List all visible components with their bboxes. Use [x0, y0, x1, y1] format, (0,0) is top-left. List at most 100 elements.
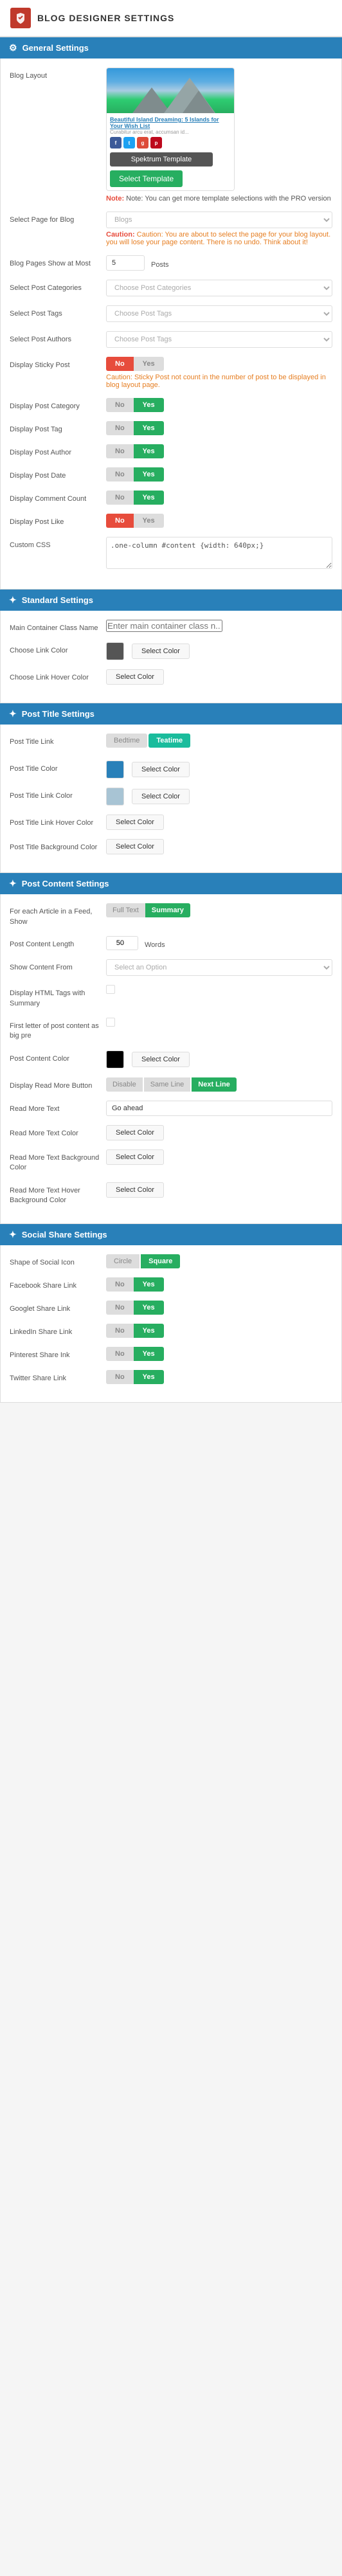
display-post-date-row: Display Post Date No Yes: [10, 467, 332, 482]
link-color-select-btn[interactable]: Select Color: [132, 644, 190, 659]
post-title-settings-label: Post Title Settings: [22, 709, 94, 719]
standard-settings-body: Main Container Class Name Choose Link Co…: [0, 611, 342, 703]
read-more-text-hover-btn[interactable]: Select Color: [106, 1182, 164, 1198]
blog-layout-row: Blog Layout Beautiful Island Dreaming: 5…: [10, 68, 332, 203]
general-settings-header[interactable]: ⚙ General Settings: [0, 37, 342, 59]
facebook-yes-btn[interactable]: Yes: [134, 1277, 164, 1292]
comment-yes-btn[interactable]: Yes: [134, 491, 164, 505]
select-page-row: Select Page for Blog Blogs Caution: Caut…: [10, 212, 332, 246]
main-container-content: [106, 620, 332, 632]
post-like-no-btn[interactable]: No: [106, 514, 134, 528]
post-title-teatime-btn[interactable]: Teatime: [148, 734, 190, 748]
google-yes-btn[interactable]: Yes: [134, 1301, 164, 1315]
read-more-text-input[interactable]: [106, 1101, 332, 1116]
comment-no-btn[interactable]: No: [106, 491, 134, 505]
post-title-link-hover-btn[interactable]: Select Color: [106, 815, 164, 830]
select-post-authors-dropdown[interactable]: Choose Post Tags: [106, 331, 332, 348]
display-sticky-no-btn[interactable]: No: [106, 357, 134, 371]
show-content-from-dropdown[interactable]: Select an Option: [106, 959, 332, 976]
display-post-tag-content: No Yes: [106, 421, 332, 435]
post-title-settings-body: Post Title Link Bedtime Teatime Post Tit…: [0, 725, 342, 873]
pinterest-yes-btn[interactable]: Yes: [134, 1347, 164, 1361]
google-no-btn[interactable]: No: [106, 1301, 134, 1315]
facebook-no-btn[interactable]: No: [106, 1277, 134, 1292]
display-comment-row: Display Comment Count No Yes: [10, 491, 332, 505]
shape-circle-btn[interactable]: Circle: [106, 1254, 140, 1268]
first-letter-content: [106, 1018, 332, 1029]
social-share-settings-body: Shape of Social Icon Circle Square Faceb…: [0, 1245, 342, 1403]
post-author-yes-btn[interactable]: Yes: [134, 444, 164, 458]
link-hover-color-select-btn[interactable]: Select Color: [106, 669, 164, 685]
select-page-dropdown[interactable]: Blogs: [106, 212, 332, 228]
read-more-next-line-btn[interactable]: Next Line: [192, 1077, 237, 1092]
display-html-tags-checkbox[interactable]: [106, 985, 115, 994]
main-container-label: Main Container Class Name: [10, 620, 100, 633]
display-html-tags-label: Display HTML Tags with Summary: [10, 985, 100, 1009]
preview-pinterest-icon: p: [150, 137, 162, 149]
post-content-color-btn[interactable]: Select Color: [132, 1052, 190, 1067]
standard-settings-header[interactable]: ✦ Standard Settings: [0, 590, 342, 611]
post-title-bedtime-btn[interactable]: Bedtime: [106, 734, 147, 748]
post-title-bg-content: Select Color: [106, 839, 332, 854]
post-tag-yes-btn[interactable]: Yes: [134, 421, 164, 435]
select-template-button[interactable]: Select Template: [110, 170, 183, 187]
summary-btn[interactable]: Summary: [145, 903, 190, 917]
read-more-text-bg-label: Read More Text Background Color: [10, 1149, 100, 1173]
post-cat-no-btn[interactable]: No: [106, 398, 134, 412]
template-name-btn[interactable]: Spektrum Template: [110, 152, 213, 167]
general-settings-body: Blog Layout Beautiful Island Dreaming: 5…: [0, 59, 342, 590]
post-tag-no-btn[interactable]: No: [106, 421, 134, 435]
choose-link-color-row: Choose Link Color Select Color: [10, 642, 332, 660]
facebook-share-label: Facebook Share Link: [10, 1277, 100, 1291]
for-each-article-label: For each Article in a Feed, Show: [10, 903, 100, 927]
choose-link-hover-label: Choose Link Hover Color: [10, 669, 100, 683]
display-sticky-yes-btn[interactable]: Yes: [134, 357, 164, 371]
display-comment-content: No Yes: [106, 491, 332, 505]
read-more-text-bg-row: Read More Text Background Color Select C…: [10, 1149, 332, 1173]
twitter-yes-btn[interactable]: Yes: [134, 1370, 164, 1384]
display-html-tags-row: Display HTML Tags with Summary: [10, 985, 332, 1009]
post-author-no-btn[interactable]: No: [106, 444, 134, 458]
pinterest-no-btn[interactable]: No: [106, 1347, 134, 1361]
post-title-color-btn[interactable]: Select Color: [132, 762, 190, 777]
post-content-settings-section: ✦ Post Content Settings For each Article…: [0, 873, 342, 1224]
linkedin-yes-btn[interactable]: Yes: [134, 1324, 164, 1338]
post-title-bg-btn[interactable]: Select Color: [106, 839, 164, 854]
twitter-share-content: No Yes: [106, 1370, 332, 1384]
full-text-btn[interactable]: Full Text: [106, 903, 145, 917]
read-more-text-color-btn[interactable]: Select Color: [106, 1125, 164, 1140]
pinterest-share-label: Pinterest Share Ink: [10, 1347, 100, 1360]
post-title-settings-header[interactable]: ✦ Post Title Settings: [0, 703, 342, 725]
shape-square-btn[interactable]: Square: [141, 1254, 180, 1268]
standard-settings-section: ✦ Standard Settings Main Container Class…: [0, 590, 342, 703]
custom-css-input[interactable]: .one-column #content {width: 640px;}: [106, 537, 332, 569]
main-container-input[interactable]: [106, 620, 222, 632]
select-post-categories-dropdown[interactable]: Choose Post Categories: [106, 280, 332, 296]
twitter-no-btn[interactable]: No: [106, 1370, 134, 1384]
linkedin-no-btn[interactable]: No: [106, 1324, 134, 1338]
blog-pages-input[interactable]: [106, 255, 145, 271]
display-post-like-row: Display Post Like No Yes: [10, 514, 332, 528]
facebook-share-row: Facebook Share Link No Yes: [10, 1277, 332, 1292]
post-content-settings-header[interactable]: ✦ Post Content Settings: [0, 873, 342, 894]
linkedin-share-label: LinkedIn Share Link: [10, 1324, 100, 1337]
post-title-link-color-row: Post Title Link Color Select Color: [10, 788, 332, 806]
read-more-same-line-btn[interactable]: Same Line: [144, 1077, 191, 1092]
post-date-yes-btn[interactable]: Yes: [134, 467, 164, 482]
blog-preview-image: [107, 68, 234, 113]
display-sticky-content: No Yes Caution: Sticky Post not count in…: [106, 357, 332, 389]
display-sticky-row: Display Sticky Post No Yes Caution: Stic…: [10, 357, 332, 389]
read-more-text-hover-label: Read More Text Hover Background Color: [10, 1182, 100, 1206]
post-title-bg-row: Post Title Background Color Select Color: [10, 839, 332, 854]
post-title-link-color-btn[interactable]: Select Color: [132, 789, 190, 804]
select-post-tags-dropdown[interactable]: Choose Post Tags: [106, 305, 332, 322]
read-more-text-bg-btn[interactable]: Select Color: [106, 1149, 164, 1165]
social-share-settings-header[interactable]: ✦ Social Share Settings: [0, 1224, 342, 1245]
post-cat-yes-btn[interactable]: Yes: [134, 398, 164, 412]
first-letter-checkbox[interactable]: [106, 1018, 115, 1027]
read-more-disable-btn[interactable]: Disable: [106, 1077, 143, 1092]
display-comment-label: Display Comment Count: [10, 491, 100, 504]
post-date-no-btn[interactable]: No: [106, 467, 134, 482]
post-content-length-input[interactable]: [106, 936, 138, 950]
post-like-yes-btn[interactable]: Yes: [134, 514, 164, 528]
